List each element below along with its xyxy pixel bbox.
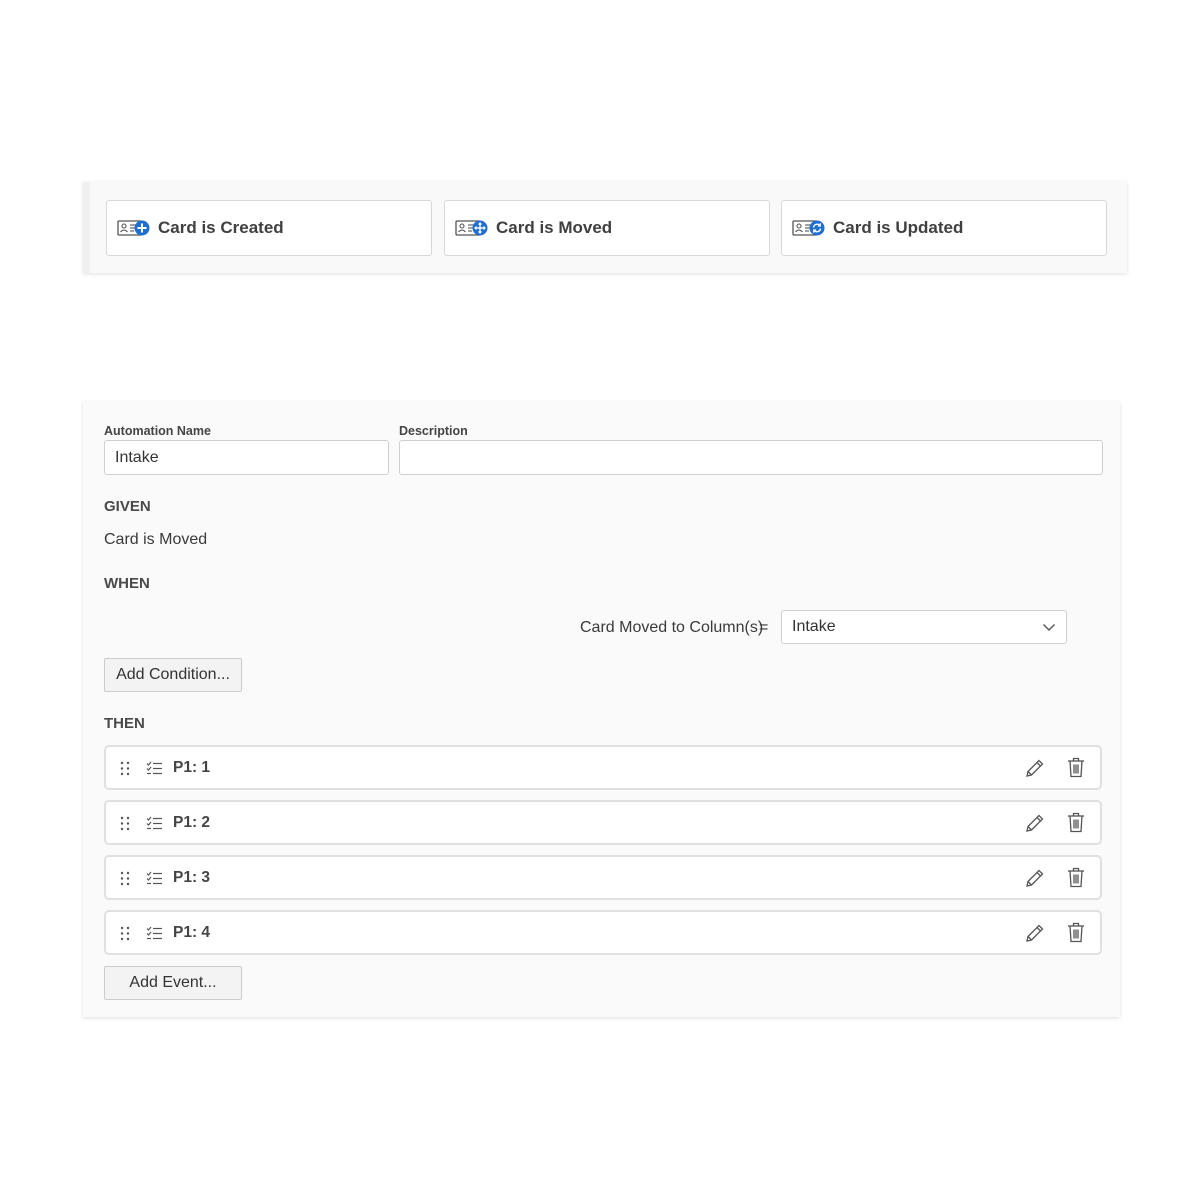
condition-operator: =: [759, 619, 769, 636]
card-move-icon: [455, 219, 488, 237]
event-row: P1: 3: [104, 855, 1102, 900]
condition-label: Card Moved to Column(s): [580, 619, 764, 636]
trigger-card-created[interactable]: Card is Created: [106, 200, 432, 256]
pencil-icon[interactable]: [1025, 813, 1045, 833]
checklist-icon: [146, 816, 163, 831]
card-plus-icon: [117, 219, 150, 237]
trash-icon[interactable]: [1067, 922, 1085, 943]
trigger-panel: Card is Created Card is Moved Card is Up…: [83, 182, 1127, 273]
description-label: Description: [399, 424, 468, 438]
trigger-card-label: Card is Created: [158, 218, 284, 237]
condition-select-value: Intake: [792, 618, 836, 635]
event-label: P1: 2: [173, 814, 211, 831]
automation-form: Automation Name Description GIVEN Card i…: [83, 402, 1120, 1017]
automation-name-label: Automation Name: [104, 424, 211, 438]
given-heading: GIVEN: [104, 498, 151, 515]
trigger-card-moved[interactable]: Card is Moved: [444, 200, 770, 256]
pencil-icon[interactable]: [1025, 758, 1045, 778]
event-label: P1: 3: [173, 869, 211, 886]
pencil-icon[interactable]: [1025, 868, 1045, 888]
add-event-button[interactable]: Add Event...: [104, 966, 242, 1000]
trigger-card-label: Card is Updated: [833, 218, 964, 237]
add-condition-button[interactable]: Add Condition...: [104, 658, 242, 692]
when-heading: WHEN: [104, 575, 150, 592]
drag-handle-icon[interactable]: [120, 926, 130, 941]
event-label: P1: 1: [173, 759, 211, 776]
drag-handle-icon[interactable]: [120, 871, 130, 886]
trash-icon[interactable]: [1067, 867, 1085, 888]
automation-name-input[interactable]: [104, 440, 389, 475]
checklist-icon: [146, 761, 163, 776]
given-value: Card is Moved: [104, 531, 208, 548]
chevron-down-icon: [1042, 620, 1056, 634]
then-heading: THEN: [104, 715, 145, 732]
trash-icon[interactable]: [1067, 812, 1085, 833]
drag-handle-icon[interactable]: [120, 816, 130, 831]
pencil-icon[interactable]: [1025, 923, 1045, 943]
condition-column-select[interactable]: Intake: [781, 610, 1067, 644]
trash-icon[interactable]: [1067, 757, 1085, 778]
event-label: P1: 4: [173, 924, 211, 941]
card-refresh-icon: [792, 219, 825, 237]
event-row: P1: 2: [104, 800, 1102, 845]
event-row: P1: 1: [104, 745, 1102, 790]
checklist-icon: [146, 926, 163, 941]
checklist-icon: [146, 871, 163, 886]
event-row: P1: 4: [104, 910, 1102, 955]
trigger-card-label: Card is Moved: [496, 218, 613, 237]
description-input[interactable]: [399, 440, 1103, 475]
drag-handle-icon[interactable]: [120, 761, 130, 776]
trigger-card-updated[interactable]: Card is Updated: [781, 200, 1107, 256]
